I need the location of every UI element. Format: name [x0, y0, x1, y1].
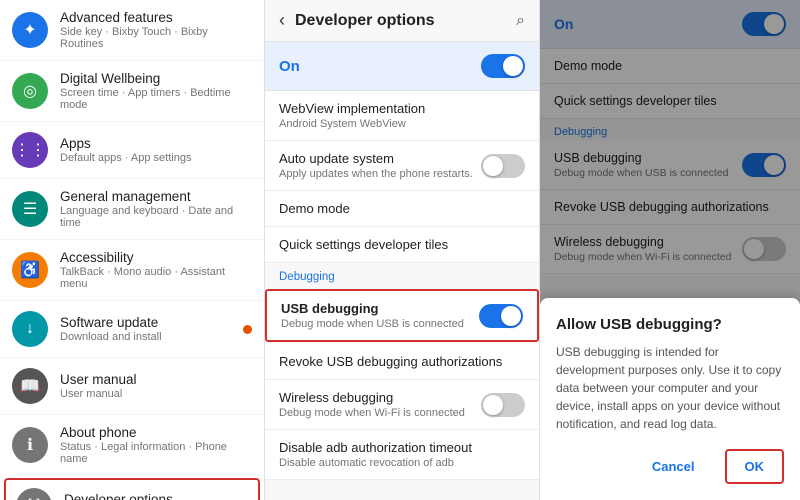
accessibility-title: Accessibility — [60, 250, 252, 265]
developer-options-icon: { } — [16, 488, 52, 500]
about-phone-sub: Status · Legal information · Phone name — [60, 441, 252, 465]
left-item-software-update[interactable]: ↓ Software updateDownload and install — [0, 301, 264, 358]
accessibility-icon: ♿ — [12, 252, 48, 288]
developer-options-title: Developer options — [64, 492, 173, 500]
left-item-digital-wellbeing[interactable]: ◎ Digital WellbeingScreen time · App time… — [0, 61, 264, 122]
mid-item-auto-update[interactable]: Auto update system Apply updates when th… — [265, 141, 539, 191]
user-manual-title: User manual — [60, 372, 137, 387]
mid-item-wireless[interactable]: Wireless debugging Debug mode when Wi-Fi… — [265, 380, 539, 430]
left-item-advanced-features[interactable]: ✦ Advanced featuresSide key · Bixby Touch… — [0, 0, 264, 61]
left-item-accessibility[interactable]: ♿ AccessibilityTalkBack · Mono audio · As… — [0, 240, 264, 301]
user-manual-sub: User manual — [60, 388, 137, 400]
mid-content: On WebView implementation Android System… — [265, 42, 539, 500]
advanced-features-sub: Side key · Bixby Touch · Bixby Routines — [60, 26, 252, 50]
usb-debug-toggle[interactable] — [479, 304, 523, 328]
search-icon[interactable]: ⌕ — [516, 12, 525, 30]
about-phone-title: About phone — [60, 425, 252, 440]
software-update-title: Software update — [60, 315, 162, 330]
general-management-title: General management — [60, 189, 252, 204]
about-phone-icon: ℹ — [12, 427, 48, 463]
left-item-general-management[interactable]: ☰ General managementLanguage and keyboard… — [0, 179, 264, 240]
mid-item-revoke[interactable]: Revoke USB debugging authorizations — [265, 344, 539, 380]
software-update-badge — [243, 325, 252, 334]
general-management-icon: ☰ — [12, 191, 48, 227]
webview-title: WebView implementation — [279, 101, 525, 116]
dialog-cancel-button[interactable]: Cancel — [634, 449, 713, 484]
advanced-features-title: Advanced features — [60, 10, 252, 25]
dialog-title: Allow USB debugging? — [556, 316, 784, 333]
mid-header-title: Developer options — [295, 12, 516, 30]
right-panel: On Demo mode Quick settings developer ti… — [540, 0, 800, 500]
usb-debug-sub: Debug mode when USB is connected — [281, 318, 479, 330]
wireless-debug-toggle[interactable] — [481, 393, 525, 417]
auto-update-sub: Apply updates when the phone restarts. — [279, 168, 481, 180]
advanced-features-icon: ✦ — [12, 12, 48, 48]
dialog-buttons: Cancel OK — [556, 449, 784, 484]
apps-sub: Default apps · App settings — [60, 152, 191, 164]
back-button[interactable]: ‹ — [279, 10, 285, 31]
apps-title: Apps — [60, 136, 191, 151]
auto-update-toggle[interactable] — [481, 154, 525, 178]
software-update-sub: Download and install — [60, 331, 162, 343]
left-panel: ✦ Advanced featuresSide key · Bixby Touch… — [0, 0, 265, 500]
wireless-debug-title: Wireless debugging — [279, 390, 481, 405]
demo-mode-title: Demo mode — [279, 201, 525, 216]
developer-toggle-switch[interactable] — [481, 54, 525, 78]
debugging-section-label: Debugging — [265, 263, 539, 287]
disable-adb-title: Disable adb authorization timeout — [279, 440, 525, 455]
accessibility-sub: TalkBack · Mono audio · Assistant menu — [60, 266, 252, 290]
mid-item-quick-settings[interactable]: Quick settings developer tiles — [265, 227, 539, 263]
digital-wellbeing-sub: Screen time · App timers · Bedtime mode — [60, 87, 252, 111]
auto-update-title: Auto update system — [279, 151, 481, 166]
dialog-ok-button[interactable]: OK — [725, 449, 785, 484]
digital-wellbeing-icon: ◎ — [12, 73, 48, 109]
quick-settings-title: Quick settings developer tiles — [279, 237, 525, 252]
left-item-about-phone[interactable]: ℹ About phoneStatus · Legal information ·… — [0, 415, 264, 476]
general-management-sub: Language and keyboard · Date and time — [60, 205, 252, 229]
mid-item-demo[interactable]: Demo mode — [265, 191, 539, 227]
mid-item-disable-adb[interactable]: Disable adb authorization timeout Disabl… — [265, 430, 539, 480]
dialog-body: USB debugging is intended for developmen… — [556, 343, 784, 433]
dialog-overlay: Allow USB debugging? USB debugging is in… — [540, 0, 800, 500]
mid-header: ‹ Developer options ⌕ — [265, 0, 539, 42]
revoke-title: Revoke USB debugging authorizations — [279, 354, 525, 369]
left-item-developer-options[interactable]: { }Developer optionsDeveloper options — [4, 478, 260, 500]
disable-adb-sub: Disable automatic revocation of adb — [279, 457, 525, 469]
left-item-apps[interactable]: ⋮⋮ AppsDefault apps · App settings — [0, 122, 264, 179]
user-manual-icon: 📖 — [12, 368, 48, 404]
usb-debug-title: USB debugging — [281, 301, 479, 316]
mid-item-webview[interactable]: WebView implementation Android System We… — [265, 91, 539, 141]
usb-dialog: Allow USB debugging? USB debugging is in… — [540, 298, 800, 500]
software-update-icon: ↓ — [12, 311, 48, 347]
digital-wellbeing-title: Digital Wellbeing — [60, 71, 252, 86]
wireless-debug-sub: Debug mode when Wi-Fi is connected — [279, 407, 481, 419]
developer-toggle-label: On — [279, 58, 481, 75]
middle-panel: ‹ Developer options ⌕ On WebView impleme… — [265, 0, 540, 500]
developer-toggle-row[interactable]: On — [265, 42, 539, 91]
left-item-user-manual[interactable]: 📖 User manualUser manual — [0, 358, 264, 415]
webview-sub: Android System WebView — [279, 118, 525, 130]
usb-debug-row[interactable]: USB debugging Debug mode when USB is con… — [265, 289, 539, 342]
apps-icon: ⋮⋮ — [12, 132, 48, 168]
